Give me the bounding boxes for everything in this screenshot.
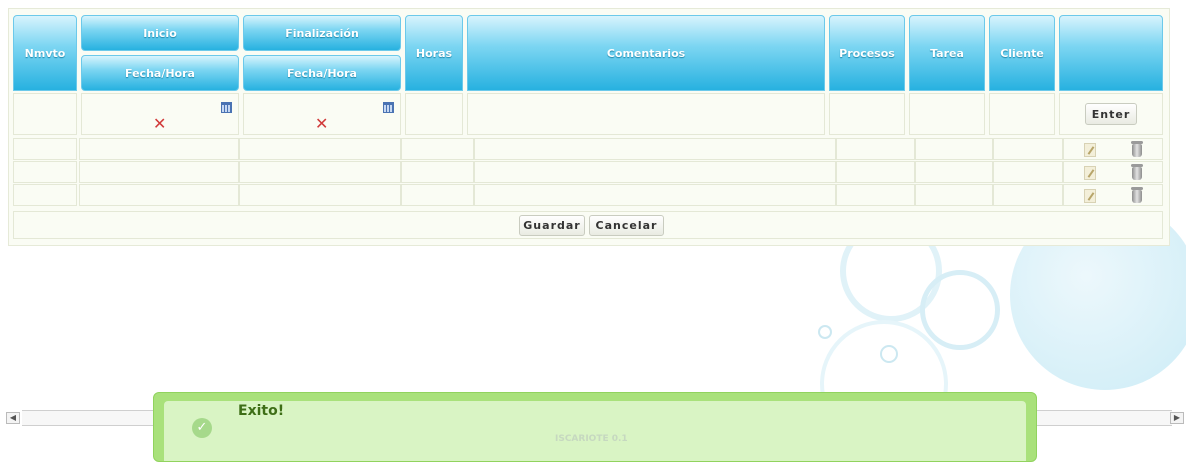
cell-inicio [79, 184, 239, 206]
edit-icon[interactable] [1084, 166, 1096, 180]
notification-body [164, 401, 1026, 461]
cell-tarea [915, 161, 993, 183]
input-nmvto[interactable] [13, 93, 77, 135]
header-nmvto: Nmvto [13, 15, 77, 91]
header-finalizacion-fecha-hora: Fecha/Hora [243, 55, 401, 91]
input-inicio[interactable]: ✕ [81, 93, 239, 135]
cell-finalizacion [239, 184, 401, 206]
cell-tarea [915, 138, 993, 160]
header-procesos: Procesos [829, 15, 905, 91]
cell-finalizacion [239, 161, 401, 183]
success-notification: ✓ Exito! [153, 392, 1037, 462]
clear-x-icon[interactable]: ✕ [315, 116, 328, 132]
header-finalizacion: Finalización [243, 15, 401, 51]
edit-icon[interactable] [1084, 143, 1096, 157]
cell-procesos [836, 161, 915, 183]
input-comentarios[interactable] [467, 93, 825, 135]
trash-icon[interactable] [1131, 141, 1143, 157]
cell-horas [401, 138, 474, 160]
app-version-text: ISCARIOTE 0.1 [555, 434, 628, 444]
cell-inicio [79, 138, 239, 160]
input-procesos[interactable] [829, 93, 905, 135]
input-finalizacion[interactable]: ✕ [243, 93, 401, 135]
save-button[interactable]: Guardar [519, 215, 585, 236]
cell-cliente [993, 138, 1063, 160]
header-cliente: Cliente [989, 15, 1055, 91]
cell-comentarios [474, 138, 836, 160]
cell-comentarios [474, 184, 836, 206]
calendar-icon[interactable] [383, 102, 394, 113]
cell-nmvto [13, 184, 77, 206]
cell-procesos [836, 138, 915, 160]
cancel-button[interactable]: Cancelar [589, 215, 664, 236]
header-inicio: Inicio [81, 15, 239, 51]
cell-inicio [79, 161, 239, 183]
check-circle-icon: ✓ [192, 418, 212, 438]
cell-nmvto [13, 161, 77, 183]
clear-x-icon[interactable]: ✕ [153, 116, 166, 132]
input-horas[interactable] [405, 93, 463, 135]
trash-icon[interactable] [1131, 187, 1143, 203]
input-cliente[interactable] [989, 93, 1055, 135]
header-actions [1059, 15, 1163, 91]
header-inicio-fecha-hora: Fecha/Hora [81, 55, 239, 91]
edit-icon[interactable] [1084, 189, 1096, 203]
input-tarea[interactable] [909, 93, 985, 135]
notification-title: Exito! [238, 403, 285, 419]
cell-comentarios [474, 161, 836, 183]
cell-actions [1063, 138, 1163, 160]
time-entry-grid: Nmvto Inicio Fecha/Hora Finalización Fec… [8, 8, 1170, 246]
enter-button[interactable]: Enter [1085, 103, 1137, 125]
cell-cliente [993, 161, 1063, 183]
form-actions-row: Guardar Cancelar [13, 211, 1163, 239]
cell-procesos [836, 184, 915, 206]
cell-actions [1063, 184, 1163, 206]
cell-finalizacion [239, 138, 401, 160]
header-tarea: Tarea [909, 15, 985, 91]
cell-nmvto [13, 138, 77, 160]
calendar-icon[interactable] [221, 102, 232, 113]
header-horas: Horas [405, 15, 463, 91]
scroll-right-arrow[interactable]: ▶ [1170, 412, 1184, 424]
trash-icon[interactable] [1131, 164, 1143, 180]
cell-horas [401, 161, 474, 183]
input-actions-cell: Enter [1059, 93, 1163, 135]
cell-cliente [993, 184, 1063, 206]
cell-tarea [915, 184, 993, 206]
header-comentarios: Comentarios [467, 15, 825, 91]
cell-horas [401, 184, 474, 206]
cell-actions [1063, 161, 1163, 183]
scroll-left-arrow[interactable]: ◀ [6, 412, 20, 424]
